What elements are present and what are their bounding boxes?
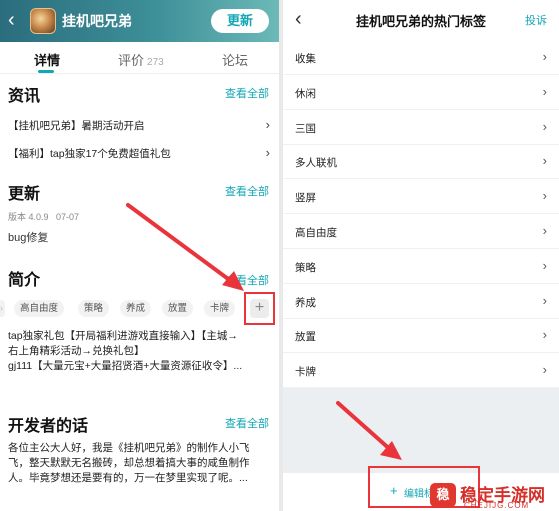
tag-row-label: 养成 bbox=[295, 296, 316, 309]
chevron-right-icon: › bbox=[542, 257, 547, 273]
developer-text: 各位主公大人好，我是《挂机吧兄弟》的制作人小飞 飞，整天默默无名搬砖，却总想着搞… bbox=[8, 442, 250, 484]
chevron-right-icon: › bbox=[542, 153, 547, 169]
tab-reviews[interactable]: 评价 273 bbox=[118, 50, 164, 69]
update-title: 更新 bbox=[8, 186, 41, 203]
tag-row[interactable]: 放置 › bbox=[283, 318, 559, 354]
tag-row[interactable]: 休闲 › bbox=[283, 75, 559, 110]
tag-chip[interactable]: 放置 bbox=[162, 300, 194, 317]
tag-row-label: 放置 bbox=[295, 331, 316, 344]
active-tab-indicator bbox=[38, 70, 54, 73]
version-info: 版本 4.0.9 07-07 bbox=[8, 212, 80, 222]
back-icon[interactable]: ‹ bbox=[8, 9, 26, 31]
game-avatar bbox=[30, 8, 56, 34]
developer-title: 开发者的话 bbox=[8, 418, 89, 435]
game-title: 挂机吧兄弟 bbox=[62, 13, 132, 29]
news-see-all-link[interactable]: 查看全部 bbox=[225, 85, 269, 101]
site-watermark: 稳 稳定手游网 CHEJIJG.COM bbox=[430, 481, 559, 511]
tag-row-label: 策略 bbox=[295, 261, 316, 274]
tag-row[interactable]: 养成 › bbox=[283, 284, 559, 319]
detail-header: ‹ 挂机吧兄弟 更新 bbox=[0, 0, 279, 42]
game-detail-panel: ‹ 挂机吧兄弟 更新 详情 评价 273 论坛 资讯 查看全部 【挂机吧兄弟】暑期… bbox=[0, 0, 279, 511]
tag-row-label: 休闲 bbox=[295, 87, 316, 100]
intro-text: tap独家礼包【开局福利进游戏直接输入】【主城→ 右上角精彩活动→兑换礼包】 g… bbox=[8, 330, 243, 372]
hot-tags-panel: ‹ 挂机吧兄弟的热门标签 投诉 收集 › 休闲 › 三国 › 多人联机 › 竖屏 › 高自由度 › 策略… bbox=[283, 0, 559, 511]
tag-row-label: 多人联机 bbox=[295, 157, 337, 170]
tag-row-label: 收集 bbox=[295, 53, 316, 65]
tag-row-label: 竖屏 bbox=[295, 192, 316, 205]
update-note: bug修复 bbox=[8, 232, 49, 244]
chevron-right-icon: › bbox=[542, 188, 547, 204]
intro-title: 简介 bbox=[8, 272, 41, 289]
news-title: 资讯 bbox=[8, 88, 41, 105]
highlight-box bbox=[244, 292, 275, 325]
chevron-right-icon: › bbox=[265, 117, 270, 132]
chevron-right-icon: › bbox=[542, 362, 547, 378]
tag-chip[interactable]: 养成 bbox=[120, 300, 152, 317]
tag-chip[interactable]: 卡牌 bbox=[204, 300, 236, 317]
chevron-right-icon: › bbox=[542, 83, 547, 99]
tag-chip-overflow: › bbox=[0, 300, 6, 317]
tag-chip[interactable]: 策略 bbox=[78, 300, 110, 317]
tag-row[interactable]: 策略 › bbox=[283, 249, 559, 284]
chevron-right-icon: › bbox=[265, 145, 270, 160]
chevron-right-icon: › bbox=[542, 49, 547, 64]
watermark-logo: 稳 bbox=[430, 483, 456, 507]
chevron-right-icon: › bbox=[542, 118, 547, 134]
tab-forum[interactable]: 论坛 bbox=[222, 50, 248, 69]
developer-see-all-link[interactable]: 查看全部 bbox=[225, 415, 269, 431]
tags-header: ‹ 挂机吧兄弟的热门标签 投诉 bbox=[283, 0, 559, 38]
tag-row[interactable]: 三国 › bbox=[283, 110, 559, 145]
tab-details[interactable]: 详情 bbox=[34, 50, 60, 69]
detail-tabs: 详情 评价 273 论坛 bbox=[0, 42, 279, 74]
tag-row[interactable]: 竖屏 › bbox=[283, 179, 559, 215]
update-see-all-link[interactable]: 查看全部 bbox=[225, 183, 269, 199]
review-count: 273 bbox=[147, 57, 164, 68]
tag-strip: › 高自由度 策略 养成 放置 卡牌 + bbox=[0, 296, 279, 322]
tag-chip[interactable]: 高自由度 bbox=[14, 300, 65, 317]
tag-row[interactable]: 卡牌 › bbox=[283, 353, 559, 389]
tag-row-label: 三国 bbox=[295, 122, 316, 135]
update-button[interactable]: 更新 bbox=[211, 9, 269, 33]
tags-page-title: 挂机吧兄弟的热门标签 bbox=[355, 14, 486, 29]
news-item[interactable]: 【福利】tap独家17个免费超值礼包 › bbox=[8, 145, 270, 161]
chevron-right-icon: › bbox=[542, 223, 547, 238]
tag-row[interactable]: 高自由度 › bbox=[283, 214, 559, 249]
tag-row-label: 高自由度 bbox=[295, 227, 337, 239]
intro-see-all-link[interactable]: 查看全部 bbox=[225, 272, 269, 288]
report-link[interactable]: 投诉 bbox=[525, 12, 547, 28]
watermark-url: CHEJIJG.COM bbox=[464, 501, 530, 510]
tag-row[interactable]: 多人联机 › bbox=[283, 144, 559, 180]
chevron-right-icon: › bbox=[542, 327, 547, 343]
news-item[interactable]: 【挂机吧兄弟】暑期活动开启 › bbox=[8, 117, 270, 133]
tag-row[interactable]: 收集 › bbox=[283, 40, 559, 75]
chevron-right-icon: › bbox=[542, 292, 547, 308]
tag-row-label: 卡牌 bbox=[295, 366, 316, 379]
